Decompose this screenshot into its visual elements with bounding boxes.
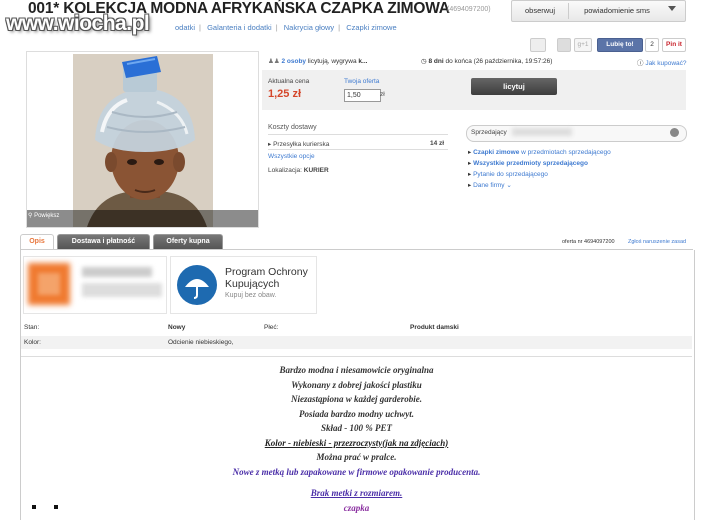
- attributes-row: Stan: Nowy Płeć: Produkt damski: [21, 321, 692, 334]
- time-left-text: do końca (26 października, 19:57:26): [445, 58, 553, 65]
- chevron-down-icon[interactable]: [668, 6, 676, 11]
- chevron-down-icon: ⌄: [506, 182, 512, 189]
- shipping-price: 14 zł: [430, 140, 445, 147]
- your-offer-label: Twoja oferta: [344, 78, 380, 85]
- help-icon: ⓘ: [637, 60, 644, 67]
- seller-label: Sprzedający: [471, 129, 507, 136]
- breadcrumb-item[interactable]: Galanteria i dodatki: [207, 23, 272, 32]
- breadcrumb-item[interactable]: odatki: [175, 23, 195, 32]
- bullet-icon: [54, 505, 58, 509]
- share-icon[interactable]: [530, 38, 546, 52]
- tab-delivery[interactable]: Dostawa i płatność: [57, 234, 150, 249]
- current-price: 1,25 zł: [268, 88, 302, 100]
- offer-number: oferta nr 4694097200: [562, 239, 615, 245]
- product-photo: [27, 52, 258, 227]
- last-word: czapka: [343, 503, 370, 513]
- description-text: Bardzo modna i niesamowicie oryginalna W…: [232, 365, 481, 477]
- attr-value: Odcienie niebieskiego,: [168, 339, 234, 346]
- bullet-icon: [32, 505, 36, 509]
- protection-subtitle: Kupuj bez obaw.: [225, 292, 277, 299]
- winner-name: k...: [358, 58, 368, 65]
- tab-offers[interactable]: Oferty kupna: [153, 234, 223, 249]
- buyer-protection-badge[interactable]: Program Ochrony Kupujących Kupuj bez obaw…: [170, 256, 317, 314]
- shipping-all-options-link[interactable]: Wszystkie opcje: [268, 153, 315, 160]
- seller-link[interactable]: ▸ Pytanie do sprzedającego: [468, 169, 611, 180]
- product-gallery[interactable]: [26, 51, 259, 228]
- no-tag-text: Brak metki z rozmiarem.: [310, 488, 403, 498]
- location: Lokalizacja: KURIER: [268, 167, 329, 174]
- seller-links: ▸ Czapki zimowe w przedmiotach sprzedają…: [468, 147, 611, 191]
- offer-input[interactable]: 1,50: [344, 89, 381, 102]
- seller-link[interactable]: ▸ Wszystkie przedmioty sprzedającego: [468, 158, 611, 169]
- pin-button[interactable]: Pin it: [662, 38, 686, 52]
- tab-description[interactable]: Opis: [20, 234, 54, 249]
- bidders-text: licytują, wygrywa: [307, 58, 357, 65]
- offer-id: (4694097200): [447, 6, 491, 13]
- shipping-method: ▸ Przesyłka kurierska: [268, 141, 330, 148]
- seller-logo: [23, 256, 167, 314]
- breadcrumb: odatki | Galanteria i dodatki | Nakrycia g…: [175, 23, 397, 32]
- zoom-button[interactable]: ⚲ Powiększ: [28, 212, 59, 219]
- current-price-label: Aktualna cena: [268, 78, 310, 85]
- breadcrumb-item[interactable]: Czapki zimowe: [346, 23, 396, 32]
- how-to-buy[interactable]: ⓘ Jak kupować?: [637, 57, 687, 67]
- seller-avatar-icon[interactable]: [670, 128, 679, 137]
- attributes-row: Kolor: Odcienie niebieskiego,: [21, 336, 692, 349]
- attr-value: Produkt damski: [410, 324, 459, 331]
- watermark: www.wiocha.pl: [6, 12, 150, 35]
- attr-label: Kolor:: [24, 339, 41, 346]
- seller-link[interactable]: ▸ Dane firmy ⌄: [468, 180, 611, 191]
- bid-button[interactable]: licytuj: [471, 78, 557, 95]
- clock-icon: ◷: [421, 58, 427, 65]
- time-left: ◷ 8 dni do końca (26 października, 19:57…: [421, 57, 552, 65]
- email-icon[interactable]: [557, 38, 571, 52]
- how-to-buy-link[interactable]: Jak kupować?: [645, 60, 686, 67]
- seller-link[interactable]: ▸ Czapki zimowe w przedmiotach sprzedają…: [468, 147, 611, 158]
- currency-label: zł: [380, 91, 385, 98]
- gplus-button[interactable]: g+1: [574, 38, 592, 52]
- attr-label: Stan:: [24, 324, 40, 331]
- top-action-bar: obserwuj powiadomienie sms: [511, 0, 686, 22]
- attr-label: Płeć:: [264, 324, 279, 331]
- shipping-title: Koszty dostawy: [268, 124, 317, 131]
- breadcrumb-item[interactable]: Nakrycia głowy: [284, 23, 334, 32]
- report-link[interactable]: Zgłoś naruszenie zasad: [628, 239, 686, 245]
- attr-value: Nowy: [168, 324, 186, 331]
- users-icon: ♟♟: [268, 58, 280, 65]
- umbrella-icon: [177, 265, 217, 305]
- magnifier-icon: ⚲: [28, 213, 33, 219]
- seller-name-blurred: [512, 128, 572, 136]
- like-button[interactable]: Lubię to!: [597, 38, 643, 52]
- observe-button[interactable]: obserwuj: [512, 1, 568, 21]
- time-left-days: 8 dni: [428, 58, 444, 65]
- protection-title: Program Ochrony Kupujących: [225, 266, 308, 290]
- like-count: 2: [645, 38, 659, 52]
- bidders-link[interactable]: 2 osoby: [281, 58, 306, 65]
- sms-notify-button[interactable]: powiadomienie sms: [569, 1, 665, 21]
- bidders-info: ♟♟ 2 osoby licytują, wygrywa k...: [268, 57, 367, 65]
